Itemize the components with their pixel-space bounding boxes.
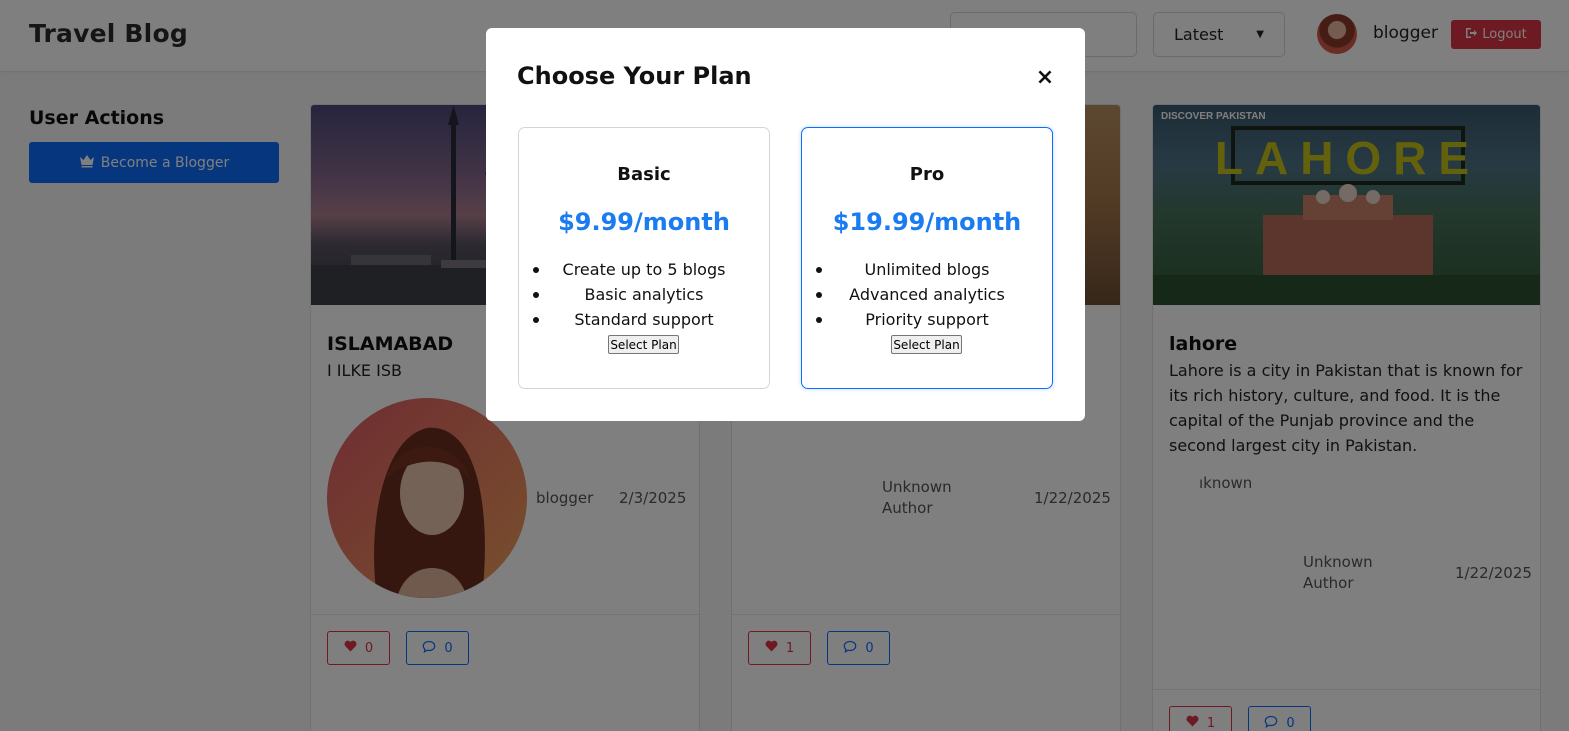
plan-card-basic: Basic $9.99/month Create up to 5 blogs B…	[518, 127, 770, 389]
plan-feature: Priority support	[802, 307, 1052, 332]
plan-feature: Basic analytics	[519, 282, 769, 307]
bullet-icon	[533, 267, 539, 273]
plan-name: Basic	[617, 164, 671, 185]
plan-price: $19.99/month	[832, 208, 1022, 236]
bullet-icon	[816, 267, 822, 273]
plan-price: $9.99/month	[558, 208, 730, 236]
select-plan-button[interactable]: Select Plan	[891, 335, 962, 354]
plan-feature: Create up to 5 blogs	[519, 257, 769, 282]
plan-name: Pro	[909, 164, 945, 185]
plan-card-pro: Pro $19.99/month Unlimited blogs Advance…	[801, 127, 1053, 389]
bullet-icon	[533, 292, 539, 298]
bullet-icon	[816, 317, 822, 323]
close-icon[interactable]: ×	[1034, 64, 1056, 90]
modal-title: Choose Your Plan	[517, 62, 752, 90]
plan-features: Create up to 5 blogs Basic analytics Sta…	[519, 257, 769, 332]
bullet-icon	[816, 292, 822, 298]
plan-modal: Choose Your Plan × Basic $9.99/month Cre…	[486, 28, 1085, 421]
plan-features: Unlimited blogs Advanced analytics Prior…	[802, 257, 1052, 332]
plan-feature: Advanced analytics	[802, 282, 1052, 307]
bullet-icon	[533, 317, 539, 323]
plan-feature: Unlimited blogs	[802, 257, 1052, 282]
select-plan-button[interactable]: Select Plan	[608, 335, 679, 354]
plan-feature: Standard support	[519, 307, 769, 332]
